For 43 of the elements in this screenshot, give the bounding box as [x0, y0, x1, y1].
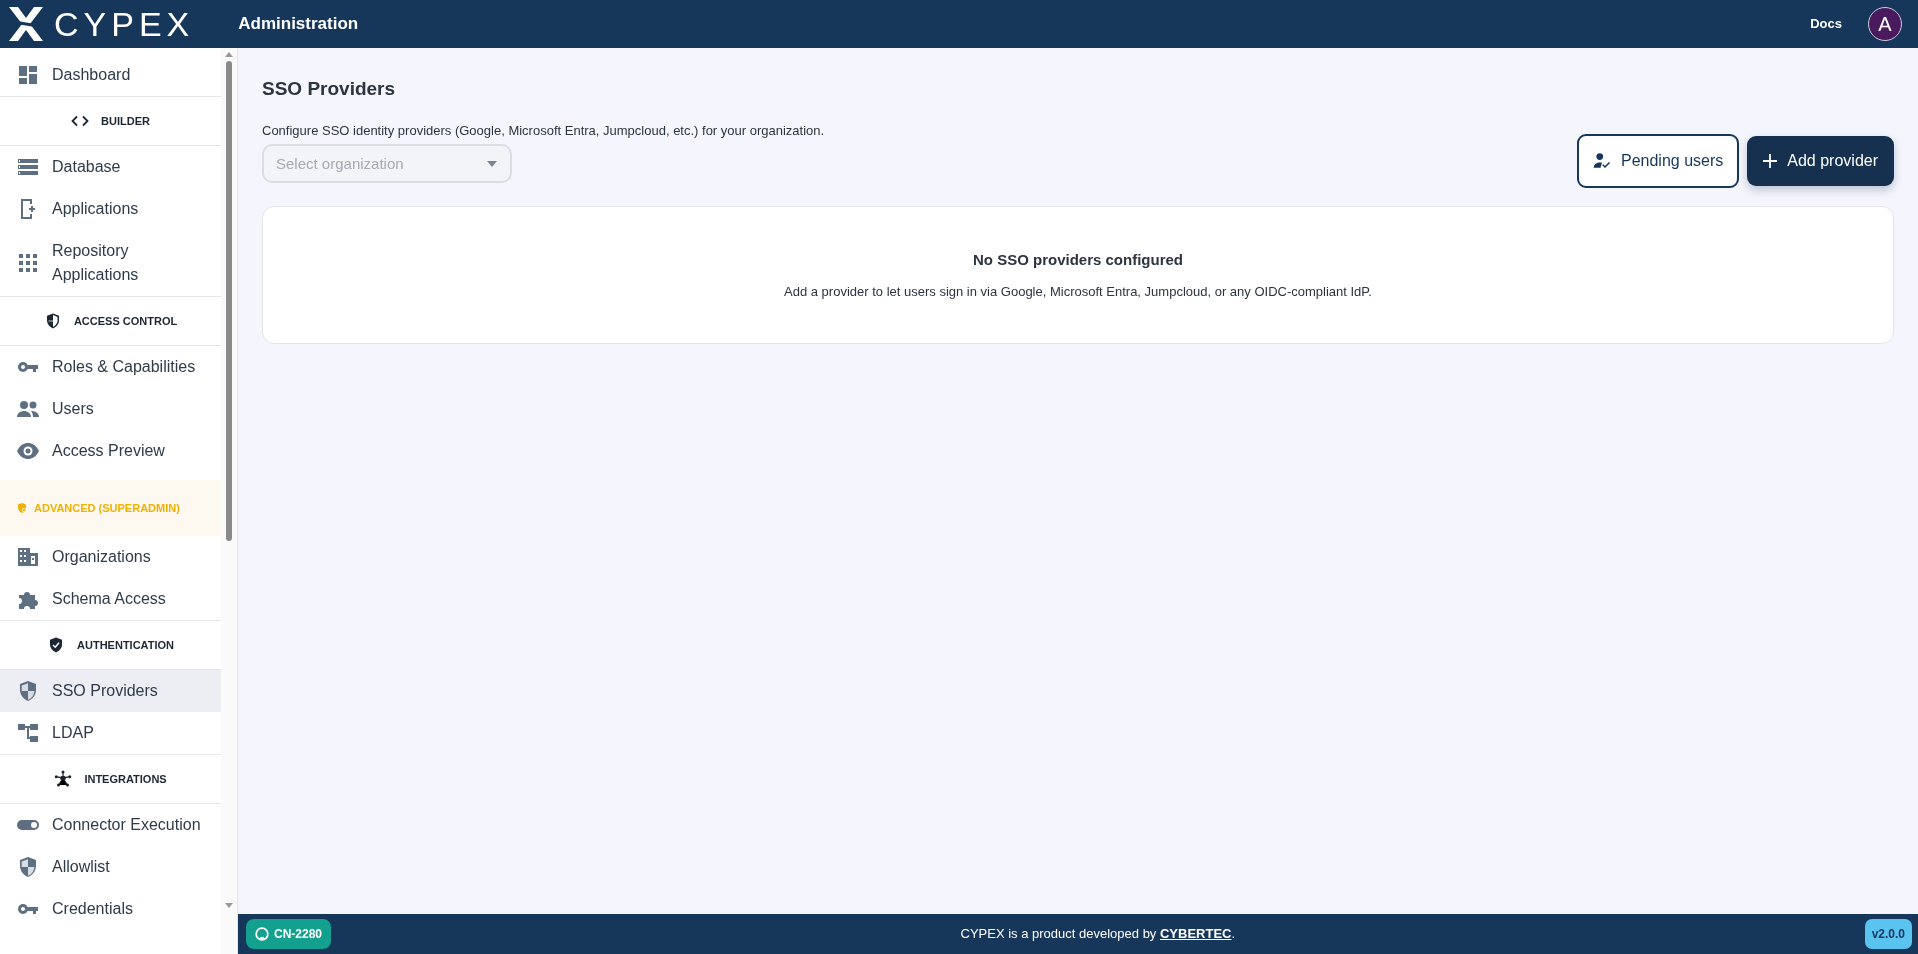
sidebar-item[interactable]: Roles & Capabilities	[0, 346, 222, 388]
page-description: Configure SSO identity providers (Google, Microsoft Entra, Jumpcloud, etc.) for your organization.	[262, 121, 826, 140]
empty-state-title: No SSO providers configured	[972, 250, 1184, 271]
pending-users-button[interactable]: Pending users	[1577, 134, 1740, 189]
section-heading: ACCESS CONTROL	[73, 313, 178, 329]
person-check-icon	[1593, 152, 1611, 171]
sidebar-item[interactable]: Allowlist	[0, 846, 222, 888]
avatar[interactable]: A	[1868, 7, 1902, 41]
sidebar-item[interactable]: Credentials	[0, 888, 222, 930]
section-heading: INTEGRATIONS	[84, 771, 167, 787]
sidebar-item[interactable]: SSO Providers	[0, 670, 222, 712]
shield-person-icon	[16, 502, 28, 514]
page-heading: Administration	[238, 13, 359, 36]
sidebar-item[interactable]: Schema Access	[0, 578, 222, 620]
credit-text: CYPEX is a product developed by CYBERTEC.	[960, 926, 1236, 942]
scrollbar[interactable]	[221, 48, 237, 954]
grid-icon	[16, 251, 40, 275]
sidebar-item[interactable]: Repository Applications	[0, 230, 222, 296]
credit-link[interactable]: CYBERTEC	[1160, 926, 1232, 942]
sidebar-item[interactable]: Dashboard	[0, 54, 222, 96]
sidebar-item[interactable]: LDAP	[0, 712, 222, 754]
hub-icon	[54, 770, 73, 788]
logo[interactable]: CYPEX	[6, 5, 195, 43]
docs-link[interactable]: Docs	[1810, 14, 1842, 34]
dashboard-icon	[16, 63, 40, 87]
version-badge: v2.0.0	[1864, 919, 1912, 949]
sidebar-item[interactable]: Organizations	[0, 536, 222, 578]
add-provider-button[interactable]: Add provider	[1747, 136, 1894, 187]
section-heading: AUTHENTICATION	[77, 637, 174, 653]
building-icon	[16, 545, 40, 569]
sidebar-item[interactable]: Users	[0, 388, 222, 430]
section-heading: ADVANCED (SUPERADMIN)	[34, 500, 180, 516]
sidebar-item[interactable]: Applications	[0, 188, 222, 230]
section-heading: BUILDER	[101, 113, 150, 129]
plus-icon	[1763, 154, 1778, 169]
caret-icon	[487, 161, 497, 168]
x-logo-icon	[6, 5, 46, 43]
sidebar-item[interactable]: Database	[0, 146, 222, 188]
page-title: SSO Providers	[262, 78, 397, 101]
tree-icon	[16, 721, 40, 745]
sidebar-item[interactable]: Access Preview	[0, 430, 222, 472]
sidebar-item[interactable]: Connector Execution	[0, 804, 222, 846]
empty-state-message: Add a provider to let users sign in via Google, Microsoft Entra, Jumpcloud, or any OIDC-compliant IdP.	[783, 282, 1373, 301]
